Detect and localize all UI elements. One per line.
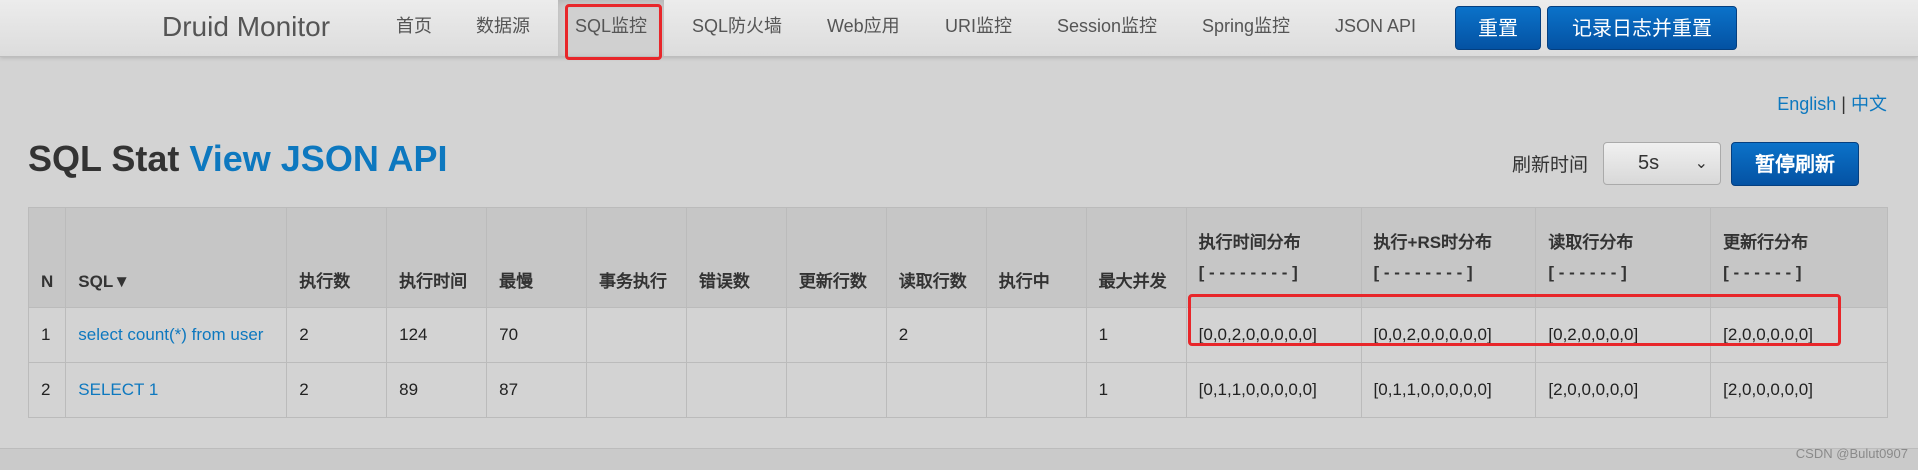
col-header-dist-label: 读取行分布 xyxy=(1548,232,1634,252)
cell xyxy=(585,307,687,363)
col-header-dist-sub: [ - - - - - - - - ] xyxy=(1198,262,1298,282)
cell: 2 xyxy=(286,307,388,363)
watermark: CSDN @Bulut0907 xyxy=(1795,446,1908,461)
col-header[interactable]: 更新行数 xyxy=(785,207,887,308)
language-switch: English | 中文 xyxy=(1777,90,1887,116)
nav-uri-monitor[interactable]: URI监控 xyxy=(945,0,1012,56)
lang-english-link[interactable]: English xyxy=(1777,94,1836,114)
cell: 87 xyxy=(486,362,587,418)
col-header[interactable]: N xyxy=(27,207,67,308)
col-header-sql[interactable]: SQL▼ xyxy=(65,207,288,308)
cell xyxy=(685,307,787,363)
nav-datasource[interactable]: 数据源 xyxy=(476,0,530,56)
cell-dist: [0,1,1,0,0,0,0,0] xyxy=(1360,362,1537,418)
refresh-interval-value: 5s xyxy=(1638,152,1660,174)
cell xyxy=(585,362,687,418)
cell-sql: select count(*) from user xyxy=(65,307,288,363)
cell-dist: [2,0,0,0,0,0] xyxy=(1710,362,1888,418)
sql-link[interactable]: select count(*) from user xyxy=(78,325,263,344)
cell xyxy=(685,362,787,418)
col-header-dist[interactable]: 更新行分布 [ - - - - - - ] xyxy=(1710,207,1888,308)
col-header-dist-label: 执行时间分布 xyxy=(1198,232,1301,252)
cell-dist: [0,1,1,0,0,0,0,0] xyxy=(1185,362,1362,418)
col-header-dist-label: 更新行分布 xyxy=(1723,232,1809,252)
bottom-bar xyxy=(0,448,1918,470)
col-header[interactable]: 执行时间 xyxy=(386,207,488,308)
col-header-dist[interactable]: 执行+RS时分布 [ - - - - - - - - ] xyxy=(1360,207,1537,308)
nav-session-monitor[interactable]: Session监控 xyxy=(1057,0,1157,56)
refresh-interval-select[interactable]: 5s ⌄ xyxy=(1603,142,1721,185)
cell-index: 1 xyxy=(27,307,67,363)
cell: 1 xyxy=(1085,307,1187,363)
highlight-nav-sql-monitor xyxy=(565,4,662,60)
highlight-distribution-cells xyxy=(1188,294,1841,346)
table-row: 2 SELECT 1 2 89 87 1 [0,1,1,0,0,0,0,0] [… xyxy=(27,362,1888,418)
cell: 2 xyxy=(286,362,388,418)
brand-logo[interactable]: Druid Monitor xyxy=(162,9,330,45)
table-header-row: N SQL▼ 执行数 执行时间 最慢 事务执行 错误数 更新行数 读取行数 执行… xyxy=(27,207,1888,308)
lang-separator: | xyxy=(1841,94,1846,114)
cell: 89 xyxy=(386,362,488,418)
col-header-dist-sub: [ - - - - - - ] xyxy=(1723,262,1802,282)
cell: 70 xyxy=(486,307,587,363)
col-header-dist-sub: [ - - - - - - - - ] xyxy=(1373,262,1473,282)
col-header-dist-label: 执行+RS时分布 xyxy=(1373,232,1493,252)
cell-index: 2 xyxy=(27,362,67,418)
nav-spring-monitor[interactable]: Spring监控 xyxy=(1202,0,1290,56)
col-header[interactable]: 最大并发 xyxy=(1085,207,1187,308)
sql-link[interactable]: SELECT 1 xyxy=(78,380,158,399)
col-header-dist-sub: [ - - - - - - ] xyxy=(1548,262,1627,282)
page-title-text: SQL Stat xyxy=(28,138,180,179)
cell xyxy=(885,362,987,418)
col-header[interactable]: 读取行数 xyxy=(885,207,987,308)
view-json-api-link[interactable]: View JSON API xyxy=(189,138,447,179)
cell xyxy=(985,307,1087,363)
cell xyxy=(785,307,887,363)
cell xyxy=(785,362,887,418)
col-header[interactable]: 执行中 xyxy=(985,207,1087,308)
nav-sql-firewall[interactable]: SQL防火墙 xyxy=(692,0,782,56)
navbar: Druid Monitor 首页 数据源 SQL监控 SQL防火墙 Web应用 … xyxy=(0,0,1918,57)
col-header-dist[interactable]: 读取行分布 [ - - - - - - ] xyxy=(1535,207,1712,308)
nav-json-api[interactable]: JSON API xyxy=(1335,0,1416,56)
cell: 2 xyxy=(885,307,987,363)
cell: 124 xyxy=(386,307,488,363)
log-reset-button[interactable]: 记录日志并重置 xyxy=(1547,6,1737,50)
col-header[interactable]: 执行数 xyxy=(286,207,388,308)
col-header[interactable]: 最慢 xyxy=(486,207,587,308)
cell-sql: SELECT 1 xyxy=(65,362,288,418)
refresh-time-label: 刷新时间 xyxy=(1512,155,1589,176)
reset-button[interactable]: 重置 xyxy=(1455,6,1541,50)
cell xyxy=(985,362,1087,418)
nav-home[interactable]: 首页 xyxy=(396,0,432,56)
col-header-dist[interactable]: 执行时间分布 [ - - - - - - - - ] xyxy=(1185,207,1362,308)
pause-refresh-button[interactable]: 暂停刷新 xyxy=(1731,142,1859,186)
chevron-down-icon: ⌄ xyxy=(1694,155,1708,172)
page-title: SQL Stat View JSON API xyxy=(28,138,448,180)
cell-dist: [2,0,0,0,0,0] xyxy=(1535,362,1712,418)
lang-chinese-link[interactable]: 中文 xyxy=(1851,94,1887,114)
cell: 1 xyxy=(1085,362,1187,418)
col-header[interactable]: 事务执行 xyxy=(585,207,687,308)
nav-web-app[interactable]: Web应用 xyxy=(827,0,900,56)
col-header[interactable]: 错误数 xyxy=(685,207,787,308)
